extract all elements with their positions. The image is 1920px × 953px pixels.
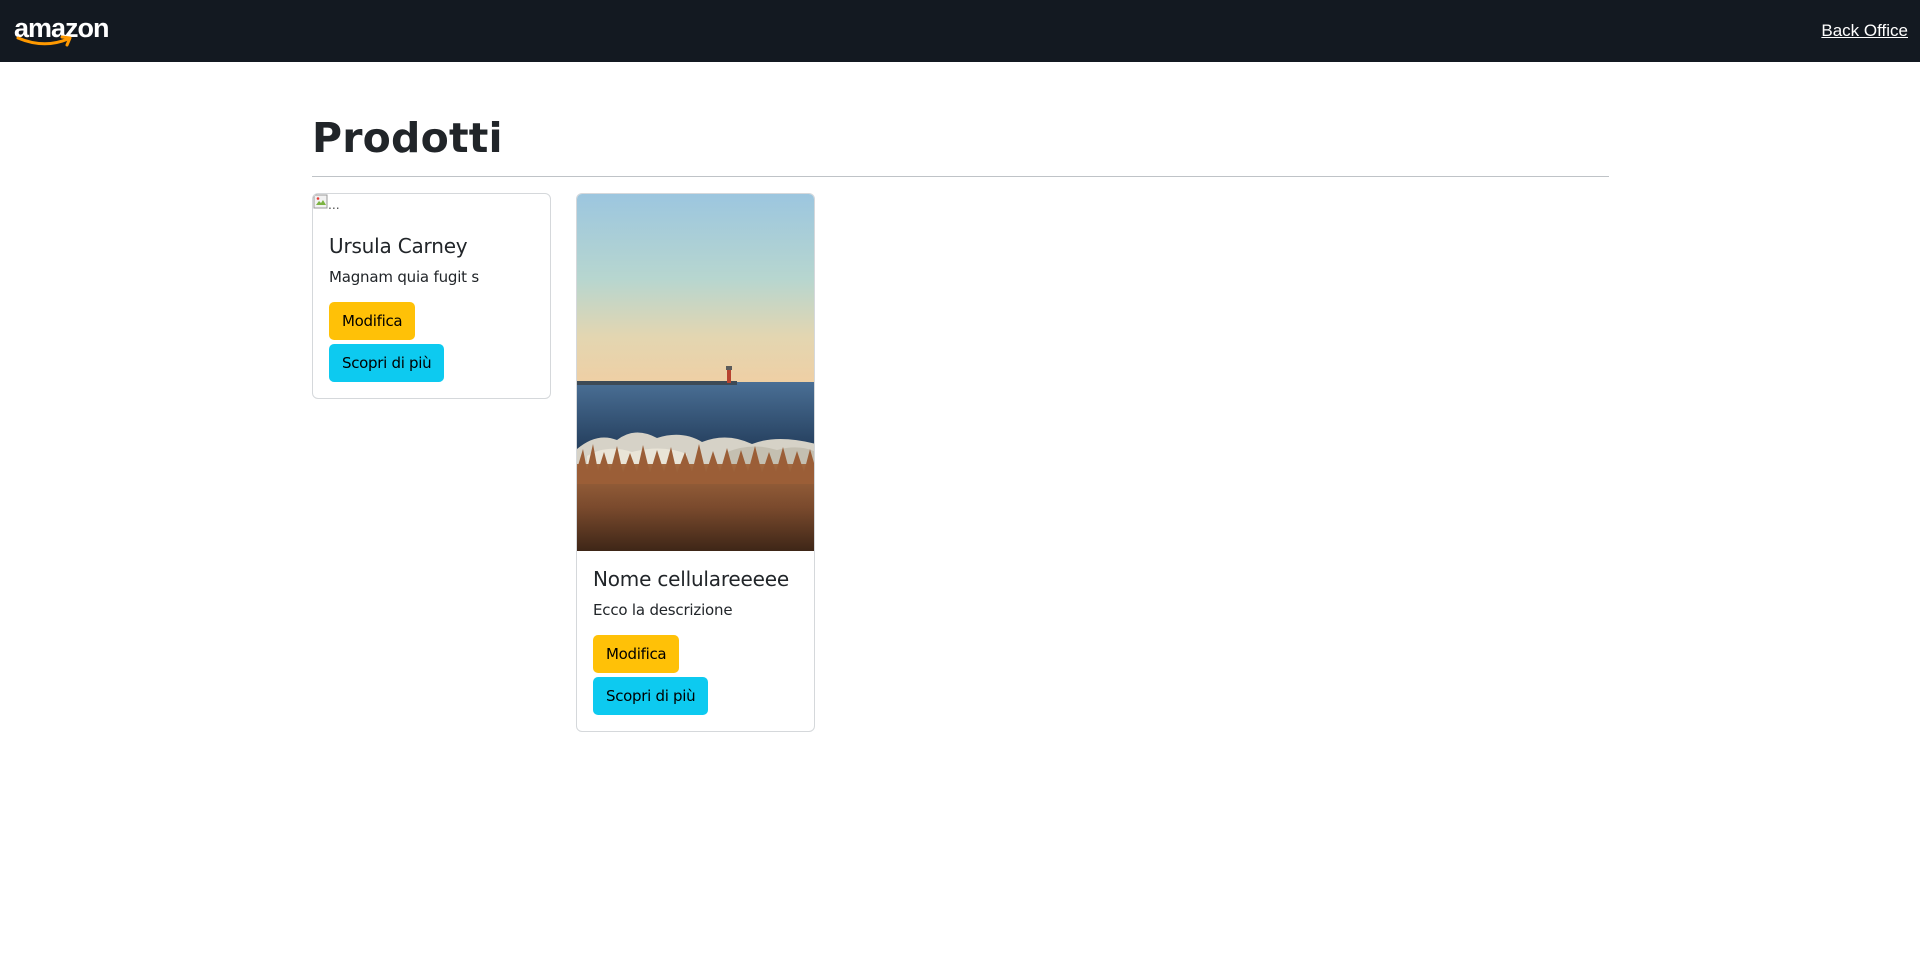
product-list: ... Ursula Carney Magnam quia fugit s Mo… <box>312 193 1609 732</box>
product-description: Magnam quia fugit s <box>329 268 480 286</box>
navbar: amazon Back Office <box>0 0 1920 62</box>
learn-more-button[interactable]: Scopri di più <box>593 677 709 715</box>
product-title: Nome cellulareeeee <box>593 567 789 591</box>
product-card: Nome cellulareeeee Ecco la descrizione M… <box>576 193 815 732</box>
edit-button[interactable]: Modifica <box>593 635 680 673</box>
amazon-logo[interactable]: amazon <box>14 8 110 54</box>
edit-button[interactable]: Modifica <box>329 302 416 340</box>
page-title: Prodotti <box>312 114 503 162</box>
product-image: ... <box>313 194 550 218</box>
card-body: Nome cellulareeeee Ecco la descrizione M… <box>577 551 814 731</box>
main-content: Prodotti ... Ursula Carney Magnam quia f… <box>312 62 1609 732</box>
learn-more-button[interactable]: Scopri di più <box>329 344 445 382</box>
title-divider <box>312 176 1609 177</box>
card-body: Ursula Carney Magnam quia fugit s Modifi… <box>313 218 550 398</box>
product-title: Ursula Carney <box>329 234 468 258</box>
image-alt-text: ... <box>328 196 340 212</box>
broken-image-icon <box>313 194 328 209</box>
smile-arrow-icon <box>16 35 72 47</box>
lighthouse-seascape-photo <box>577 194 814 551</box>
product-description: Ecco la descrizione <box>593 601 733 619</box>
product-card: ... Ursula Carney Magnam quia fugit s Mo… <box>312 193 551 399</box>
back-office-link[interactable]: Back Office <box>1821 21 1908 41</box>
product-image <box>577 194 814 551</box>
